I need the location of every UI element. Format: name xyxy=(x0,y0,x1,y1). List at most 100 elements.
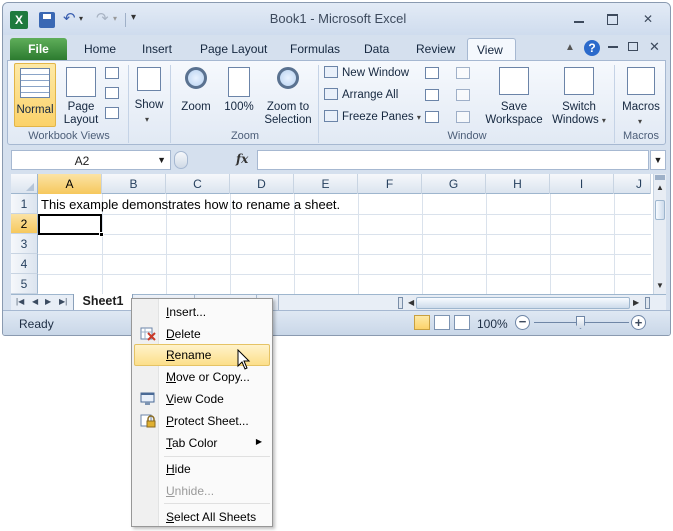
cell-a1[interactable]: This example demonstrates how to rename … xyxy=(41,197,340,212)
macros-button[interactable]: Macros ▾ xyxy=(617,63,665,127)
minimize-button[interactable] xyxy=(572,12,586,26)
first-sheet-icon[interactable]: |◀ xyxy=(16,297,24,306)
menu-item-tab-color[interactable]: Tab Color ▶ xyxy=(134,432,270,454)
menu-item-select-all-sheets[interactable]: Select All Sheets xyxy=(134,506,270,528)
excel-window: X ↶ ▾ ↷ ▾ ▾ Book1 - Microsoft Excel ✕ Fi… xyxy=(2,2,671,336)
tab-insert[interactable]: Insert xyxy=(133,38,181,60)
zoom-to-selection-button[interactable]: Zoom to Selection xyxy=(260,63,316,127)
normal-view-button[interactable]: Normal xyxy=(14,63,56,127)
minimize-ribbon-icon[interactable]: ▲ xyxy=(565,42,575,53)
fill-handle[interactable] xyxy=(99,232,104,237)
scroll-up-icon[interactable]: ▲ xyxy=(654,183,666,192)
tab-data[interactable]: Data xyxy=(355,38,398,60)
row-header-3[interactable]: 3 xyxy=(11,234,38,254)
last-sheet-icon[interactable]: ▶| xyxy=(59,297,67,306)
zoom-button[interactable]: Zoom xyxy=(176,63,216,127)
page-layout-label-line1: Page xyxy=(67,101,95,113)
formula-bar-resize-handle[interactable] xyxy=(174,151,188,169)
zoom-in-icon[interactable]: + xyxy=(631,315,646,330)
column-header-b[interactable]: B xyxy=(102,174,166,194)
new-window-button[interactable]: New Window xyxy=(324,66,409,84)
zoom-level[interactable]: 100% xyxy=(477,317,508,331)
row-header-4[interactable]: 4 xyxy=(11,254,38,274)
undo-dropdown-icon[interactable]: ▾ xyxy=(79,14,83,23)
name-box-dropdown-icon[interactable]: ▼ xyxy=(157,155,166,165)
normal-view-status-icon[interactable] xyxy=(414,315,430,330)
full-screen-icon[interactable] xyxy=(105,107,119,119)
scroll-down-icon[interactable]: ▼ xyxy=(654,281,666,290)
tab-home[interactable]: Home xyxy=(75,38,125,60)
active-cell-a2[interactable] xyxy=(38,214,102,235)
split-icon[interactable] xyxy=(425,67,439,79)
sheet-tab-sheet1[interactable]: Sheet1 xyxy=(73,294,133,311)
arrange-all-button[interactable]: Arrange All xyxy=(324,88,398,106)
hide-window-icon[interactable] xyxy=(425,89,439,101)
scroll-left-icon[interactable]: ◀ xyxy=(408,298,414,307)
next-sheet-icon[interactable]: ▶ xyxy=(45,297,51,306)
formula-input[interactable] xyxy=(257,150,649,170)
tab-view[interactable]: View xyxy=(467,38,516,60)
page-break-preview-icon[interactable] xyxy=(105,67,119,79)
column-header-c[interactable]: C xyxy=(166,174,230,194)
workbook-restore-button[interactable] xyxy=(628,42,638,51)
save-icon[interactable] xyxy=(39,12,55,28)
unhide-window-icon[interactable] xyxy=(425,111,439,123)
workbook-close-button[interactable]: ✕ xyxy=(649,39,660,55)
column-header-i[interactable]: I xyxy=(550,174,614,194)
row-header-5[interactable]: 5 xyxy=(11,274,38,294)
insert-function-icon[interactable]: fx xyxy=(236,152,248,166)
help-icon[interactable]: ? xyxy=(584,40,600,56)
customize-qat-icon[interactable]: ▾ xyxy=(131,12,136,23)
page-layout-view-button[interactable]: Page Layout xyxy=(60,63,102,127)
column-header-f[interactable]: F xyxy=(358,174,422,194)
expand-formula-bar-icon[interactable]: ▼ xyxy=(650,150,666,170)
vertical-split-handle[interactable] xyxy=(655,175,665,180)
delete-sheet-icon xyxy=(140,327,156,341)
page-layout-status-icon[interactable] xyxy=(434,315,450,330)
tab-review[interactable]: Review xyxy=(407,38,464,60)
tab-formulas[interactable]: Formulas xyxy=(281,38,349,60)
workbook-minimize-button[interactable] xyxy=(608,46,618,48)
column-header-a[interactable]: A xyxy=(38,174,102,194)
menu-item-view-code[interactable]: View Code xyxy=(134,388,270,410)
tab-split-handle[interactable] xyxy=(398,297,403,309)
row-header-1[interactable]: 1 xyxy=(11,194,38,214)
page-break-status-icon[interactable] xyxy=(454,315,470,330)
excel-app-icon[interactable]: X xyxy=(10,11,28,29)
name-box[interactable]: A2 ▼ xyxy=(11,150,171,170)
menu-item-hide[interactable]: Hide xyxy=(134,458,270,480)
select-all-button[interactable] xyxy=(11,174,38,194)
title-bar: X ↶ ▾ ↷ ▾ ▾ Book1 - Microsoft Excel ✕ xyxy=(3,3,670,35)
row-header-2[interactable]: 2 xyxy=(11,214,38,234)
zoom-out-icon[interactable]: − xyxy=(515,315,530,330)
custom-views-icon[interactable] xyxy=(105,87,119,99)
vertical-scrollbar[interactable] xyxy=(653,174,666,294)
menu-item-protect-sheet[interactable]: Protect Sheet... xyxy=(134,410,270,432)
freeze-panes-button[interactable]: Freeze Panes ▾ xyxy=(324,110,421,128)
save-workspace-button[interactable]: Save Workspace xyxy=(482,63,546,127)
prev-sheet-icon[interactable]: ◀ xyxy=(32,297,38,306)
group-separator xyxy=(128,65,129,143)
column-header-g[interactable]: G xyxy=(422,174,486,194)
column-header-e[interactable]: E xyxy=(294,174,358,194)
worksheet-grid[interactable]: A B C D E F G H I J 1 2 3 4 5 This examp… xyxy=(11,174,666,294)
switch-windows-button[interactable]: Switch Windows ▾ xyxy=(548,63,610,127)
vertical-scroll-thumb[interactable] xyxy=(655,200,665,220)
maximize-button[interactable] xyxy=(605,12,619,26)
column-header-j[interactable]: J xyxy=(614,174,651,194)
undo-icon[interactable]: ↶ xyxy=(63,11,79,28)
horizontal-split-handle[interactable] xyxy=(645,297,650,309)
menu-item-insert[interactable]: Insert... xyxy=(134,301,270,323)
zoom-slider-thumb[interactable] xyxy=(576,316,585,329)
menu-item-delete[interactable]: Delete xyxy=(134,323,270,345)
column-header-d[interactable]: D xyxy=(230,174,294,194)
protect-sheet-lock-icon xyxy=(140,414,156,428)
column-header-h[interactable]: H xyxy=(486,174,550,194)
zoom-100-button[interactable]: 100% xyxy=(220,63,258,127)
tab-file[interactable]: File xyxy=(10,38,67,60)
close-button[interactable]: ✕ xyxy=(641,12,655,26)
horizontal-scroll-thumb[interactable] xyxy=(416,297,630,309)
tab-page-layout[interactable]: Page Layout xyxy=(191,38,276,60)
show-button[interactable]: Show ▾ xyxy=(132,63,166,127)
scroll-right-icon[interactable]: ▶ xyxy=(633,298,639,307)
